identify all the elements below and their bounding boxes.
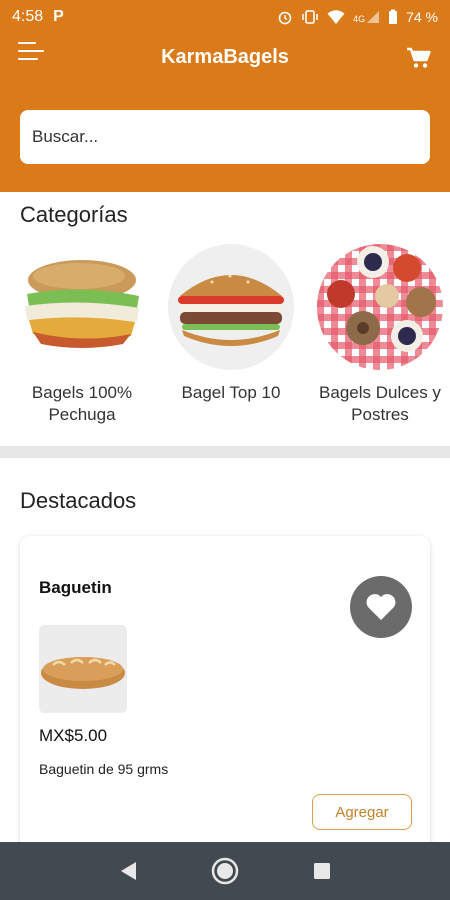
recents-button[interactable]: [302, 851, 342, 891]
home-icon: [211, 857, 239, 885]
category-image: [168, 244, 294, 370]
battery-icon: [389, 9, 398, 24]
vibrate-icon: [302, 10, 318, 24]
back-button[interactable]: [108, 851, 148, 891]
menu-icon: [18, 42, 36, 44]
search-box[interactable]: [20, 110, 430, 164]
signal-icon: [367, 11, 380, 23]
notification-app-icon: P: [53, 8, 64, 25]
categories-title: Categorías: [20, 202, 128, 227]
status-bar: 4:58 P 4G 74 %: [0, 0, 450, 34]
add-to-cart-button[interactable]: Agregar: [312, 794, 412, 830]
category-item-bagels-pechuga[interactable]: Bagels 100% Pechuga: [16, 244, 148, 426]
recents-icon: [313, 863, 330, 879]
cart-icon: [407, 47, 431, 68]
system-nav-bar: [0, 842, 450, 900]
product-name: Baguetin: [39, 578, 112, 597]
section-divider: [0, 446, 450, 458]
heart-icon: [366, 594, 396, 620]
category-image: [317, 244, 443, 370]
app-title: KarmaBagels: [161, 46, 289, 68]
wifi-icon: [327, 9, 345, 24]
back-icon: [121, 862, 137, 880]
category-label: Bagels Dulces y Postres: [319, 383, 441, 424]
product-description: Baguetin de 95 grms: [39, 761, 169, 777]
alarm-icon: [278, 11, 292, 25]
favorite-button[interactable]: [350, 576, 412, 638]
category-image: [19, 244, 145, 370]
home-button[interactable]: [205, 851, 245, 891]
cart-button[interactable]: [406, 46, 432, 70]
category-item-bagels-dulces[interactable]: Bagels Dulces y Postres: [314, 244, 446, 426]
status-time: 4:58: [12, 8, 44, 25]
featured-title: Destacados: [20, 488, 137, 513]
category-label: Bagels 100% Pechuga: [31, 383, 133, 424]
network-type: 4G: [353, 14, 366, 24]
category-label: Bagel Top 10: [181, 383, 281, 402]
category-item-bagel-top-10[interactable]: Bagel Top 10: [165, 244, 297, 404]
battery-level: 74 %: [406, 9, 438, 25]
product-price: MX$5.00: [39, 726, 108, 745]
product-image: [39, 625, 127, 713]
search-input[interactable]: [32, 127, 418, 147]
product-card[interactable]: Baguetin MX$5.00 Baguetin de 95 grms Agr…: [20, 536, 430, 856]
app-bar: KarmaBagels: [0, 34, 450, 192]
